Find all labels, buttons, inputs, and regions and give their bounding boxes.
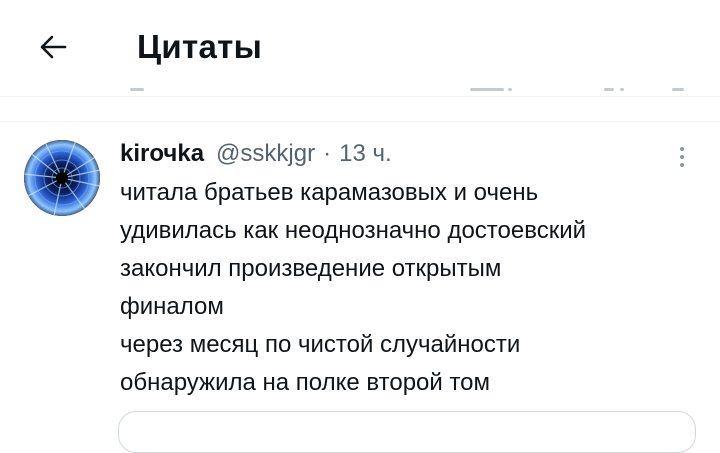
- tweet-text-line: удивилась как неоднозначно достоевский: [120, 217, 587, 244]
- tweet-text-line: обнаружила на полке второй том: [120, 369, 491, 396]
- more-options-button[interactable]: [668, 142, 696, 172]
- tweet-time[interactable]: 13 ч.: [339, 138, 392, 170]
- separator-dot: ·: [323, 140, 332, 167]
- tweet-text-line: финалом: [120, 293, 224, 320]
- more-vertical-icon: [680, 147, 684, 151]
- arrow-left-icon: [40, 35, 67, 59]
- blue-tunnel-avatar-icon: [24, 140, 100, 216]
- tweet-text: читала братьев карамазовых и очень удиви…: [120, 174, 700, 402]
- tweet-text-line: через месяц по чистой случайности: [120, 331, 521, 358]
- cut-off-previous-content: [0, 88, 720, 94]
- header-bar: Цитаты: [0, 0, 720, 97]
- tweet-header: kirочka @sskkjgr · 13 ч.: [120, 138, 392, 170]
- tweet-text-line: закончил произведение открытым: [120, 255, 502, 282]
- back-button[interactable]: [28, 22, 78, 72]
- tweet-text-line: читала братьев карамазовых и очень: [120, 179, 539, 206]
- quoted-tweet-card[interactable]: [118, 411, 696, 453]
- avatar[interactable]: [24, 140, 100, 216]
- author-handle[interactable]: @sskkjgr: [216, 138, 315, 170]
- tweet[interactable]: kirочka @sskkjgr · 13 ч. читала братьев …: [0, 122, 720, 453]
- author-name[interactable]: kirочka: [120, 138, 204, 170]
- page-title: Цитаты: [137, 28, 263, 65]
